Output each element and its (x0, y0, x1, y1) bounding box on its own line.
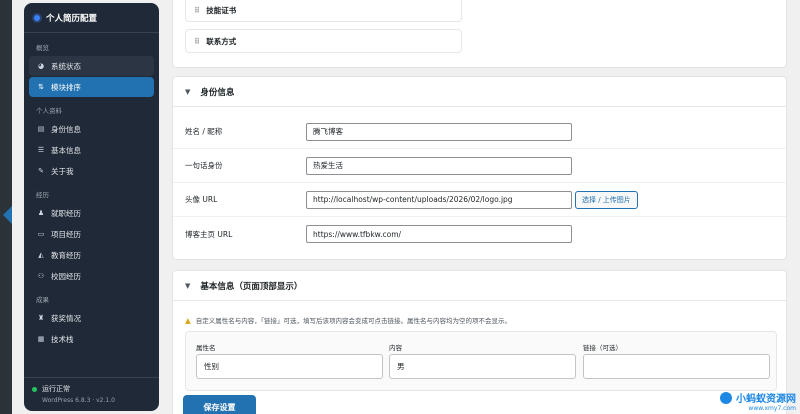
column-label-value: 内容 (389, 344, 402, 352)
sidebar-item-label: 获奖情况 (51, 313, 81, 323)
column-label-link: 链接（可选） (583, 344, 622, 352)
sidebar-item-label: 模块排序 (51, 82, 81, 92)
collapse-arrow-icon[interactable] (3, 206, 12, 224)
watermark: 小蚂蚁资源网 www.xmy7.com (720, 390, 796, 412)
sidebar-item-label: 就职经历 (51, 208, 81, 218)
chevron-down-icon[interactable]: ▼ (185, 282, 190, 290)
sidebar-item-label: 基本信息 (51, 145, 81, 155)
basic-info-notice: ▲ 自定义属性名与内容，「链接」可选，填写后该项内容会变成可点击链接。属性名与内… (185, 315, 512, 326)
identity-card: ▼ 身份信息 姓名 / 昵称 腾飞博客 一句话身份 热爱生活 头像 URL ht… (172, 76, 787, 260)
status-indicator: 运行正常 (32, 384, 151, 394)
sidebar-item-tech-stack[interactable]: ▦ 技术栈 (29, 329, 154, 349)
identity-card-title: 身份信息 (200, 87, 235, 98)
field-row-tagline: 一句话身份 热爱生活 (173, 149, 786, 183)
graduation-icon: ◭ (38, 251, 44, 259)
sidebar-header: 个人简历配置 (24, 3, 159, 33)
field-label: 博客主页 URL (185, 229, 233, 239)
status-dot-icon (32, 386, 37, 392)
sort-item-label: 联系方式 (206, 36, 237, 46)
ant-logo-icon (720, 391, 732, 404)
sidebar-item-label: 校园经历 (51, 271, 81, 281)
watermark-name-text: 小蚂蚁资源网 (736, 394, 796, 405)
drag-handle-icon[interactable]: ⠿ (194, 37, 200, 46)
attribute-value-input[interactable]: 男 (389, 354, 576, 379)
sidebar-item-label: 技术栈 (51, 334, 74, 344)
tagline-input[interactable]: 热爱生活 (306, 156, 572, 175)
sidebar-item-module-sort[interactable]: ⇅ 模块排序 (29, 77, 154, 97)
field-label: 一句话身份 (185, 161, 223, 170)
column-label-key: 属性名 (196, 344, 216, 352)
trophy-icon: ♜ (37, 314, 45, 322)
sidebar-item-label: 身份信息 (51, 124, 81, 134)
sidebar-item-system-status[interactable]: ◕ 系统状态 (29, 56, 154, 76)
sidebar-footer: 运行正常 WordPress 6.8.3 · v2.1.0 (24, 377, 159, 411)
id-card-icon: ▤ (37, 125, 45, 133)
identity-card-header[interactable]: ▼ 身份信息 (173, 77, 786, 107)
attribute-key-input[interactable]: 性别 (196, 354, 383, 379)
watermark-name: 小蚂蚁资源网 (720, 390, 796, 405)
attribute-link-input[interactable] (583, 354, 770, 379)
upload-image-button[interactable]: 选择 / 上传图片 (575, 190, 638, 209)
sidebar-item-label: 系统状态 (51, 61, 81, 71)
version-text: WordPress 6.8.3 · v2.1.0 (42, 397, 115, 404)
sidebar-item-identity[interactable]: ▤ 身份信息 (29, 119, 154, 139)
status-text: 运行正常 (42, 385, 70, 393)
sidebar-item-about-me[interactable]: ✎ 关于我 (29, 161, 154, 181)
group-label-achievements: 成果 (36, 296, 49, 304)
sort-item-label: 技能证书 (206, 5, 237, 15)
chevron-down-icon[interactable]: ▼ (185, 88, 190, 96)
module-sort-card: ⠿ 技能证书 ⠿ 联系方式 (172, 0, 787, 68)
sort-item-certificates[interactable]: ⠿ 技能证书 (185, 0, 462, 22)
user-icon: ♟ (37, 209, 45, 217)
field-label: 姓名 / 昵称 (185, 127, 223, 136)
group-icon: ⚇ (37, 272, 45, 280)
field-row-avatar: 头像 URL http://localhost/wp-content/uploa… (173, 183, 786, 217)
group-label-experience: 经历 (36, 191, 49, 199)
brand-dot-icon (34, 14, 40, 21)
plugin-sidebar: 个人简历配置 概览 ◕ 系统状态 ⇅ 模块排序 个人资料 ▤ 身份信息 ☰ 基本… (24, 3, 159, 411)
group-label-overview: 概览 (36, 44, 49, 52)
basic-info-card: ▼ 基本信息（页面顶部显示） ▲ 自定义属性名与内容，「链接」可选，填写后该项内… (172, 270, 787, 414)
field-label: 头像 URL (185, 195, 218, 204)
folder-icon: ▭ (37, 230, 45, 238)
warning-icon: ▲ (185, 315, 191, 325)
name-input[interactable]: 腾飞博客 (306, 122, 572, 141)
sidebar-item-label: 教育经历 (51, 250, 81, 260)
sidebar-item-awards[interactable]: ♜ 获奖情况 (29, 308, 154, 328)
field-row-blog: 博客主页 URL https://www.tfbkw.com/ (173, 217, 786, 251)
list-icon: ☰ (37, 146, 45, 154)
dashboard-icon: ◕ (37, 62, 45, 70)
drag-handle-icon[interactable]: ⠿ (194, 6, 200, 15)
sidebar-item-campus[interactable]: ⚇ 校园经历 (29, 266, 154, 286)
notice-text: 自定义属性名与内容，「链接」可选，填写后该项内容会变成可点击链接。属性名与内容均… (195, 317, 512, 325)
sort-item-contact[interactable]: ⠿ 联系方式 (185, 29, 462, 53)
edit-icon: ✎ (38, 167, 44, 175)
blog-url-input[interactable]: https://www.tfbkw.com/ (306, 225, 572, 243)
avatar-url-input[interactable]: http://localhost/wp-content/uploads/2026… (306, 190, 572, 209)
group-label-profile: 个人资料 (36, 107, 62, 115)
field-row-name: 姓名 / 昵称 腾飞博客 (173, 115, 786, 149)
grid-icon: ▦ (37, 335, 45, 343)
attribute-row-box: 属性名 内容 链接（可选） 性别 男 (185, 331, 777, 391)
watermark-url: www.xmy7.com (748, 405, 796, 412)
sidebar-item-work[interactable]: ♟ 就职经历 (29, 203, 154, 223)
sidebar-title: 个人简历配置 (46, 13, 98, 24)
basic-info-card-title: 基本信息（页面顶部显示） (200, 281, 303, 292)
save-settings-button[interactable]: 保存设置 (183, 395, 256, 414)
basic-info-card-header[interactable]: ▼ 基本信息（页面顶部显示） (173, 271, 786, 301)
sidebar-item-education[interactable]: ◭ 教育经历 (29, 245, 154, 265)
sidebar-item-basic-info[interactable]: ☰ 基本信息 (29, 140, 154, 160)
sidebar-item-projects[interactable]: ▭ 项目经历 (29, 224, 154, 244)
sort-icon: ⇅ (38, 83, 44, 91)
sidebar-item-label: 项目经历 (51, 229, 81, 239)
sidebar-item-label: 关于我 (51, 166, 74, 176)
